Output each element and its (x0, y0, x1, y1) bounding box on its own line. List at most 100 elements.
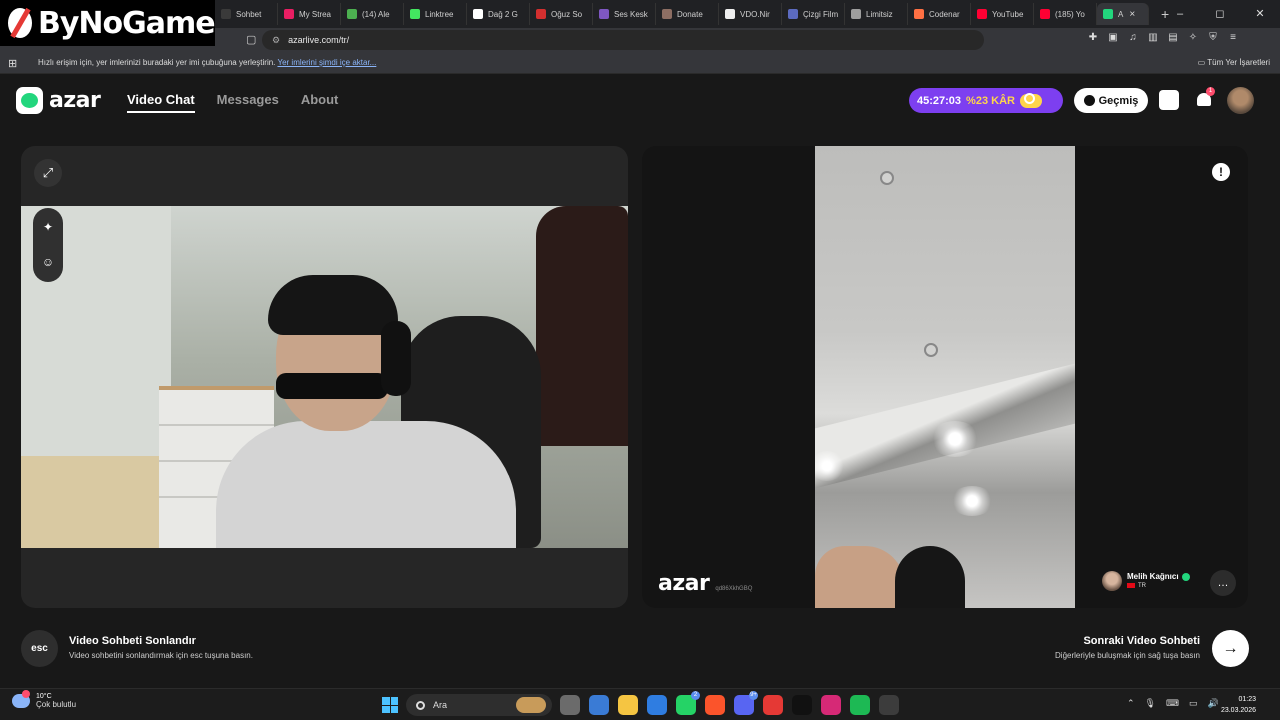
browser-tab[interactable]: Dağ 2 G (467, 3, 530, 25)
url-text[interactable]: azarlive.com/tr/ (288, 35, 349, 45)
taskbar-clock[interactable]: 01:23 23.03.2026 (1221, 694, 1256, 716)
partner-country: TR (1138, 583, 1146, 590)
tray-icon[interactable]: 🔊 (1208, 698, 1219, 709)
tab-label: A (1118, 9, 1124, 19)
close-tab-icon[interactable]: × (1129, 9, 1135, 20)
tab-label: My Strea (299, 9, 332, 19)
site-info-icon[interactable]: ⚙ (272, 35, 280, 46)
browser-tab[interactable]: (14) Ale (341, 3, 404, 25)
feed-person-hair (268, 275, 398, 335)
spotify-icon[interactable] (850, 695, 870, 715)
tray-icon[interactable]: 🎙 (1145, 698, 1156, 709)
end-chat-hint: Video sohbetini sonlandırmak için esc tu… (69, 651, 253, 660)
menu-icon[interactable]: ≡ (1226, 31, 1240, 45)
taskbar-search[interactable]: Ara (406, 694, 552, 716)
weather-temp: 10°C (36, 693, 52, 700)
verified-icon (1181, 573, 1190, 582)
notification-badge: 1 (1206, 87, 1215, 96)
weather-widget[interactable]: 10°C Çok bulutlu (12, 690, 77, 709)
history-button[interactable]: Geçmiş (1074, 88, 1148, 113)
tray-icon[interactable]: ▭ (1189, 698, 1198, 709)
import-bookmarks-link[interactable]: Yer imlerini şimdi içe aktar... (277, 58, 376, 67)
partner-avatar[interactable] (1102, 571, 1122, 591)
self-camera-feed (21, 206, 628, 548)
report-icon[interactable]: ! (1212, 163, 1230, 181)
tab-label: Sohbet (236, 9, 262, 19)
discord-icon[interactable]: 9+ (734, 691, 758, 715)
next-chat-button[interactable]: → (1212, 630, 1249, 667)
tab-favicon-icon (914, 9, 924, 19)
browser-tab[interactable]: Sohbet (215, 3, 278, 25)
feed-ceiling-lamp (880, 171, 894, 185)
promo-timer-pill[interactable]: 45:27:03 %23 KÂR (909, 88, 1063, 113)
weather-condition: Çok bulutlu (36, 700, 77, 709)
maximize-button[interactable]: ◻ (1200, 0, 1240, 28)
tab-favicon-icon (347, 9, 357, 19)
sticker-face-icon[interactable]: ☺ (40, 254, 56, 270)
match-id: qd86XkhGBQ (715, 586, 753, 592)
tray-icon[interactable]: ⌨ (1166, 698, 1179, 709)
azar-logo-icon (16, 87, 43, 114)
effects-wand-icon[interactable]: ✦ (40, 219, 56, 235)
browser-tab[interactable]: Linktree (404, 3, 467, 25)
app-red-icon[interactable] (763, 695, 783, 715)
tray-icon[interactable]: ⌃ (1127, 698, 1135, 709)
chat-bubble-icon[interactable]: … (1210, 570, 1236, 596)
file-explorer-icon[interactable] (560, 695, 580, 715)
obs-icon[interactable] (879, 695, 899, 715)
leo-icon[interactable]: ✧ (1186, 31, 1200, 45)
end-chat-button[interactable]: esc (21, 630, 58, 667)
azar-logo[interactable]: azar (16, 87, 101, 114)
screenshot-icon[interactable]: ▣ (1106, 31, 1120, 45)
all-bookmarks-button[interactable]: ▭ Tüm Yer İşaretleri (1198, 58, 1270, 67)
bookmark-hint: Hızlı erişim için, yer imlerinizi burada… (38, 58, 376, 67)
stream-logo-overlay: ByNoGame (0, 0, 216, 46)
windows-start-icon[interactable] (382, 697, 398, 713)
omnibox[interactable]: ⚙ azarlive.com/tr/ (262, 30, 984, 50)
browser-tab[interactable]: Codenar (908, 3, 971, 25)
feed-light-glow (950, 486, 994, 516)
whatsapp-icon[interactable]: 2 (676, 691, 700, 715)
nav-messages[interactable]: Messages (217, 92, 279, 113)
extension-puzzle-icon[interactable]: ✚ (1086, 31, 1100, 45)
instagram-icon[interactable] (821, 695, 841, 715)
tab-favicon-icon (410, 9, 420, 19)
wallet-icon[interactable]: ▤ (1166, 31, 1180, 45)
browser-tab[interactable]: (185) Yo (1034, 3, 1097, 25)
mail-icon[interactable] (647, 695, 667, 715)
tab-favicon-icon (725, 9, 735, 19)
browser-tab[interactable]: Limitsiz (845, 3, 908, 25)
vpn-shield-icon[interactable]: ⛨ (1206, 31, 1220, 45)
expand-icon[interactable]: ⤢ (34, 159, 62, 187)
self-video-panel: ⤢ ✦ ☺ (21, 146, 628, 608)
bookmark-icon[interactable]: ▢ (246, 33, 256, 46)
app-badge: 9+ (749, 691, 758, 700)
brave-icon[interactable] (705, 695, 725, 715)
browser-tab[interactable]: YouTube (971, 3, 1034, 25)
sidebar-icon[interactable]: ▥ (1146, 31, 1160, 45)
nav-video-chat[interactable]: Video Chat (127, 92, 195, 113)
browser-tab-active[interactable]: A × (1097, 3, 1149, 25)
tab-favicon-icon (1040, 9, 1050, 19)
browser-tab[interactable]: VDO.Nir (719, 3, 782, 25)
end-chat-title: Video Sohbeti Sonlandır (69, 635, 196, 647)
partner-profile[interactable]: Melih Kağnıcı TR (1102, 571, 1190, 591)
browser-tab[interactable]: Ses Kesk (593, 3, 656, 25)
tab-label: Dağ 2 G (488, 9, 518, 19)
nav-about[interactable]: About (301, 92, 339, 113)
browser-tab[interactable]: Oğuz So (530, 3, 593, 25)
search-highlight-image (516, 697, 546, 713)
feed-partner-hair (895, 546, 965, 608)
browser-tab[interactable]: Çizgi Film (782, 3, 845, 25)
profile-avatar[interactable] (1227, 87, 1254, 114)
close-window-button[interactable]: ✕ (1240, 0, 1280, 28)
minimize-button[interactable]: – (1160, 0, 1200, 28)
apps-grid-icon[interactable]: ⊞ (8, 57, 17, 70)
browser-tab[interactable]: Donate (656, 3, 719, 25)
media-icon[interactable]: ♫ (1126, 31, 1140, 45)
shop-icon[interactable] (1159, 90, 1179, 110)
tiktok-icon[interactable] (792, 695, 812, 715)
folder-icon[interactable] (618, 695, 638, 715)
store-icon[interactable] (589, 695, 609, 715)
browser-tab[interactable]: My Strea (278, 3, 341, 25)
